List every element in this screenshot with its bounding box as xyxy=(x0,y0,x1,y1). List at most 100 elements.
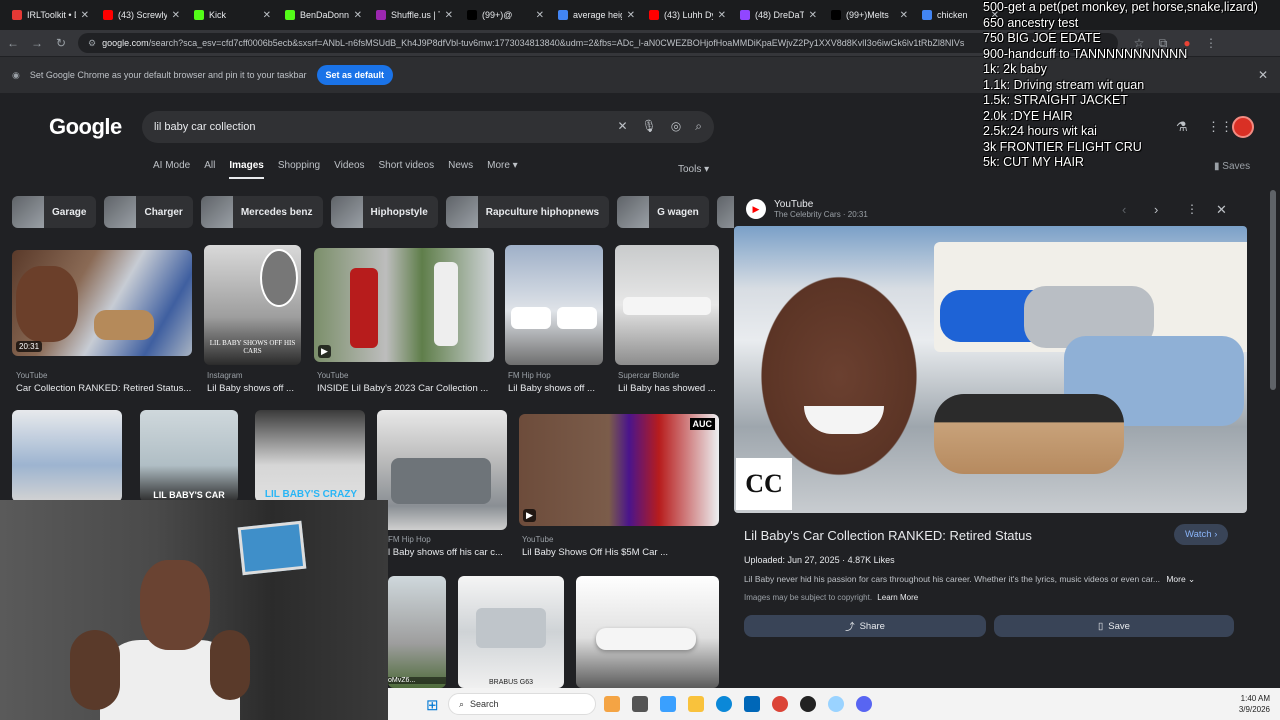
result-caption-2[interactable]: Instagram Lil Baby shows off ... xyxy=(207,371,303,394)
related-chip[interactable]: Mercedes benz xyxy=(200,196,323,228)
search-query[interactable]: lil baby car collection xyxy=(154,121,256,133)
result-image-5[interactable] xyxy=(615,245,719,365)
edge-icon[interactable] xyxy=(716,696,732,712)
search-tab[interactable]: Videos xyxy=(334,160,364,179)
set-default-button[interactable]: Set as default xyxy=(316,65,394,85)
browser-tab[interactable]: (99+)Melts ✕ xyxy=(825,2,914,28)
tab-close-icon[interactable]: ✕ xyxy=(263,10,271,21)
related-chip[interactable]: Rapculture hiphopnews xyxy=(445,196,610,228)
scrollbar-thumb[interactable] xyxy=(1270,190,1276,390)
microphone-icon[interactable]: 🎙 xyxy=(642,119,657,134)
system-clock[interactable]: 1:40 AM 3/9/2026 xyxy=(1239,693,1270,715)
tools-button[interactable]: Tools ▾ xyxy=(678,164,709,175)
result-image-12[interactable]: BRABUS G63 xyxy=(458,576,564,688)
search-tab[interactable]: All xyxy=(204,160,215,179)
tab-close-icon[interactable]: ✕ xyxy=(900,10,908,21)
result-image-9[interactable] xyxy=(377,410,507,530)
result-image-6[interactable] xyxy=(12,410,122,502)
app-icon[interactable] xyxy=(828,696,844,712)
store-icon[interactable] xyxy=(744,696,760,712)
browser-tab[interactable]: (43) Luhh Dy ✕ xyxy=(643,2,732,28)
site-info-icon[interactable]: ⚙ xyxy=(88,38,96,49)
browser-tab[interactable]: (99+)@ ✕ xyxy=(461,2,550,28)
goal-line: 1.5k: STRAIGHT JACKET xyxy=(983,93,1128,107)
browser-tab[interactable]: Shuffle.us | T ✕ xyxy=(370,2,459,28)
preview-title[interactable]: Lil Baby's Car Collection RANKED: Retire… xyxy=(744,528,1032,543)
tab-close-icon[interactable]: ✕ xyxy=(172,10,180,21)
clear-icon[interactable]: ✕ xyxy=(617,119,627,134)
result-image-7[interactable]: LIL BABY'S CAR xyxy=(140,410,238,502)
search-icon[interactable]: ⌕ xyxy=(695,119,702,134)
learn-more-link[interactable]: Learn More xyxy=(877,593,918,602)
google-logo[interactable]: Google xyxy=(49,114,122,140)
address-bar[interactable]: ⚙ google.com /search?sca_esv=cfd7cff0006… xyxy=(78,33,1118,53)
result-image-11[interactable]: oMvZ6... xyxy=(388,576,446,688)
result-image-4[interactable] xyxy=(505,245,603,365)
discord-icon[interactable] xyxy=(856,696,872,712)
reload-icon[interactable]: ↻ xyxy=(54,36,68,50)
previous-icon[interactable]: ‹ xyxy=(1122,202,1126,217)
related-chip[interactable]: G wagen xyxy=(617,196,709,228)
back-icon[interactable]: ← xyxy=(6,36,20,50)
page-scrollbar[interactable] xyxy=(1270,190,1276,680)
file-explorer-icon[interactable] xyxy=(688,696,704,712)
related-chip[interactable]: Hiphopstyle xyxy=(330,196,438,228)
preview-source[interactable]: ▶ YouTube The Celebrity Cars · 20:31 xyxy=(746,199,868,219)
tab-close-icon[interactable]: ✕ xyxy=(445,10,453,21)
tab-close-icon[interactable]: ✕ xyxy=(718,10,726,21)
related-chip[interactable]: Brab xyxy=(716,196,734,228)
more-link[interactable]: More ⌄ xyxy=(1166,574,1195,584)
result-image-2[interactable]: LIL BABY SHOWS OFF HIS CARS xyxy=(204,245,301,365)
taskbar-widget-icon[interactable] xyxy=(604,696,620,712)
browser-tab[interactable]: BenDaDonn ✕ xyxy=(279,2,368,28)
taskbar-search[interactable]: ⌕ Search xyxy=(448,693,596,715)
browser-tab[interactable]: (43) Screwly ✕ xyxy=(97,2,186,28)
watch-button[interactable]: Watch › xyxy=(1174,524,1229,545)
result-caption-3[interactable]: YouTube INSIDE Lil Baby's 2023 Car Collec… xyxy=(317,371,495,394)
search-box[interactable]: lil baby car collection ✕ 🎙 ◎ ⌕ xyxy=(142,111,714,143)
result-caption-7[interactable]: YouTube Lil Baby Shows Off His $5M Car ..… xyxy=(522,535,718,558)
browser-tab[interactable]: IRLToolkit • D ✕ xyxy=(6,2,95,28)
tab-close-icon[interactable]: ✕ xyxy=(627,10,635,21)
browser-tab[interactable]: average heig ✕ xyxy=(552,2,641,28)
result-image-10[interactable]: AUC ▶ xyxy=(519,414,719,526)
related-chip[interactable]: Charger xyxy=(104,196,193,228)
search-tab[interactable]: Short videos xyxy=(379,160,435,179)
obs-icon[interactable] xyxy=(800,696,816,712)
forward-icon[interactable]: → xyxy=(30,36,44,50)
copilot-icon[interactable] xyxy=(660,696,676,712)
result-caption-4[interactable]: FM Hip Hop Lil Baby shows off ... xyxy=(508,371,604,394)
tab-close-icon[interactable]: ✕ xyxy=(81,10,89,21)
more-options-icon[interactable]: ⋮ xyxy=(1186,202,1198,216)
stream-goals-overlay: 500-get a pet(pet monkey, pet horse,snak… xyxy=(983,0,1280,171)
share-button[interactable]: ⤴ Share xyxy=(744,615,986,637)
tab-close-icon[interactable]: ✕ xyxy=(354,10,362,21)
browser-tab[interactable]: (48) DreDaT ✕ xyxy=(734,2,823,28)
save-button[interactable]: ▯ Save xyxy=(994,615,1234,637)
result-caption-6[interactable]: FM Hip Hop l Baby shows off his car c... xyxy=(388,535,508,558)
related-chip[interactable]: Garage xyxy=(12,196,97,228)
search-tab[interactable]: Images xyxy=(229,160,264,179)
tab-close-icon[interactable]: ✕ xyxy=(809,10,817,21)
tab-close-icon[interactable]: ✕ xyxy=(536,10,544,21)
result-caption-5[interactable]: Supercar Blondie Lil Baby has showed ... xyxy=(618,371,720,394)
search-tab[interactable]: AI Mode xyxy=(153,160,190,179)
next-icon[interactable]: › xyxy=(1154,202,1158,217)
result-image-3[interactable]: ▶ xyxy=(314,248,494,362)
search-tab[interactable]: News xyxy=(448,160,473,179)
lens-icon[interactable]: ◎ xyxy=(671,119,681,134)
search-tab[interactable]: More ▾ xyxy=(487,160,518,179)
chrome-icon[interactable] xyxy=(772,696,788,712)
result-image-1[interactable]: 20:31 xyxy=(12,250,192,356)
task-view-icon[interactable] xyxy=(632,696,648,712)
result-image-8[interactable]: LIL BABY'S CRAZY xyxy=(255,410,365,502)
tab-favicon-icon xyxy=(740,10,750,20)
browser-tab[interactable]: Kick ✕ xyxy=(188,2,277,28)
windows-start-icon[interactable]: ⊞ xyxy=(426,696,439,714)
preview-image[interactable]: CC xyxy=(734,226,1247,513)
result-image-13[interactable] xyxy=(576,576,719,688)
search-tab[interactable]: Shopping xyxy=(278,160,320,179)
result-caption-1[interactable]: YouTube Car Collection RANKED: Retired St… xyxy=(16,371,192,394)
chip-thumbnail xyxy=(200,196,233,228)
close-preview-icon[interactable]: ✕ xyxy=(1216,202,1227,218)
